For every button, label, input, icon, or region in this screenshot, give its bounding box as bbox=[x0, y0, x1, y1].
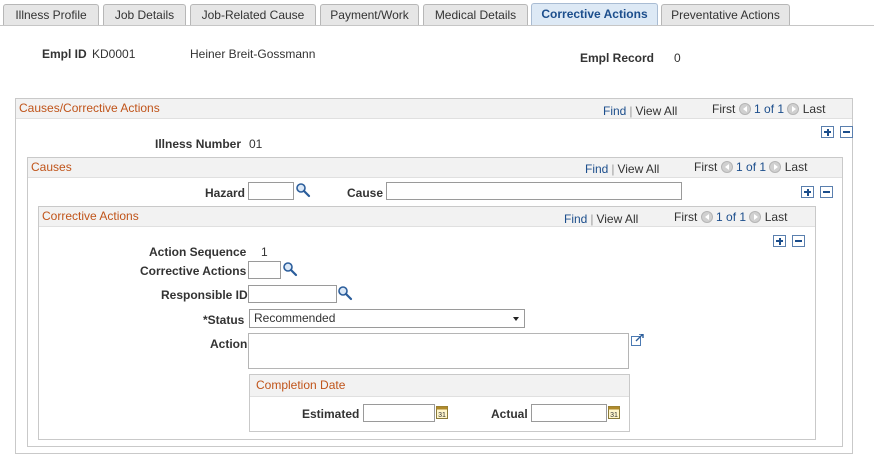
pager-count: 1 of 1 bbox=[716, 210, 747, 224]
delete-cause-minus-icon[interactable] bbox=[820, 186, 833, 198]
tab-medical-details[interactable]: Medical Details bbox=[423, 4, 528, 25]
action-sequence-label: Action Sequence bbox=[149, 245, 247, 259]
corrective-actions-lookup-magnifier-icon[interactable] bbox=[282, 261, 298, 277]
empl-id-label: Empl ID bbox=[42, 47, 87, 61]
last-label: Last bbox=[764, 210, 788, 224]
tab-preventative-actions[interactable]: Preventative Actions bbox=[661, 4, 790, 25]
svg-text:31: 31 bbox=[610, 412, 618, 419]
causes-group: Causes Find | View All First 1 of 1 Last H… bbox=[27, 157, 843, 447]
tab-underline bbox=[0, 25, 874, 26]
previous-arrow-icon[interactable] bbox=[720, 161, 733, 173]
next-arrow-icon[interactable] bbox=[769, 161, 782, 173]
causes-nav: Find | View All bbox=[585, 162, 660, 176]
add-row-plus-icon[interactable] bbox=[821, 126, 834, 138]
view-all-link[interactable]: View All bbox=[596, 212, 638, 226]
action-label: Action bbox=[210, 337, 248, 351]
corrective-actions-header: Corrective Actions Find | View All First 1… bbox=[39, 207, 815, 227]
add-cause-plus-icon[interactable] bbox=[801, 186, 814, 198]
last-label: Last bbox=[802, 102, 826, 116]
illness-number-label: Illness Number bbox=[155, 137, 242, 151]
next-arrow-icon[interactable] bbox=[749, 211, 762, 223]
first-label: First bbox=[712, 102, 736, 116]
status-selected-value: Recommended bbox=[254, 311, 336, 325]
tab-job-details[interactable]: Job Details bbox=[103, 4, 186, 25]
first-label: First bbox=[674, 210, 698, 224]
view-all-link[interactable]: View All bbox=[635, 104, 677, 118]
last-label: Last bbox=[784, 160, 808, 174]
previous-arrow-icon[interactable] bbox=[700, 211, 713, 223]
completion-date-header: Completion Date bbox=[250, 375, 629, 397]
corrective-pager: First 1 of 1 Last bbox=[674, 210, 787, 224]
tab-payment-work[interactable]: Payment/Work bbox=[320, 4, 419, 25]
find-link[interactable]: Find bbox=[603, 104, 626, 118]
previous-arrow-icon[interactable] bbox=[738, 103, 751, 115]
status-select[interactable]: Recommended bbox=[249, 309, 525, 328]
group-title: Causes/Corrective Actions bbox=[19, 101, 160, 115]
cause-input[interactable] bbox=[386, 182, 682, 200]
empl-record-value: 0 bbox=[674, 51, 681, 65]
causes-header: Causes Find | View All First 1 of 1 Last bbox=[28, 158, 842, 178]
hazard-lookup-magnifier-icon[interactable] bbox=[295, 182, 311, 198]
employee-name: Heiner Breit-Gossmann bbox=[190, 47, 316, 61]
tab-bar: Illness Profile Job Details Job-Related … bbox=[0, 0, 874, 26]
group-header: Causes/Corrective Actions Find | View All … bbox=[16, 99, 852, 119]
next-arrow-icon[interactable] bbox=[787, 103, 800, 115]
responsible-id-input[interactable] bbox=[248, 285, 337, 303]
actual-calendar-icon[interactable]: 31 bbox=[608, 405, 620, 419]
outer-pager: First 1 of 1 Last bbox=[712, 102, 825, 116]
cause-label: Cause bbox=[347, 186, 384, 200]
hazard-label: Hazard bbox=[205, 186, 246, 200]
expand-textarea-icon[interactable] bbox=[631, 334, 644, 346]
actual-date-input[interactable] bbox=[531, 404, 607, 422]
view-all-link[interactable]: View All bbox=[617, 162, 659, 176]
causes-title: Causes bbox=[31, 160, 72, 174]
outer-nav: Find | View All bbox=[603, 104, 678, 118]
find-link[interactable]: Find bbox=[564, 212, 587, 226]
action-textarea[interactable] bbox=[248, 333, 629, 369]
empl-record-label: Empl Record bbox=[580, 51, 655, 65]
hazard-input[interactable] bbox=[248, 182, 294, 200]
estimated-label: Estimated bbox=[302, 407, 360, 421]
chevron-down-icon bbox=[513, 317, 519, 321]
actual-label: Actual bbox=[491, 407, 528, 421]
action-sequence-value: 1 bbox=[261, 245, 268, 259]
first-label: First bbox=[694, 160, 718, 174]
tab-job-related-cause[interactable]: Job-Related Cause bbox=[190, 4, 316, 25]
add-action-plus-icon[interactable] bbox=[773, 235, 786, 247]
empl-id-value: KD0001 bbox=[92, 47, 136, 61]
causes-corrective-actions-group: Causes/Corrective Actions Find | View All … bbox=[15, 98, 853, 454]
corrective-actions-title: Corrective Actions bbox=[42, 209, 139, 223]
responsible-id-label: Responsible ID bbox=[161, 288, 248, 302]
svg-text:31: 31 bbox=[438, 412, 446, 419]
responsible-id-lookup-magnifier-icon[interactable] bbox=[337, 285, 353, 301]
tab-corrective-actions[interactable]: Corrective Actions bbox=[531, 3, 658, 26]
corrective-nav: Find | View All bbox=[564, 212, 639, 226]
tab-illness-profile[interactable]: Illness Profile bbox=[3, 4, 99, 25]
corrective-actions-input[interactable] bbox=[248, 261, 281, 279]
causes-pager: First 1 of 1 Last bbox=[694, 160, 807, 174]
completion-date-group: Completion Date Estimated 31 Actual 31 bbox=[249, 374, 630, 432]
status-label: *Status bbox=[203, 313, 245, 327]
corrective-actions-label: Corrective Actions bbox=[140, 264, 247, 278]
find-link[interactable]: Find bbox=[585, 162, 608, 176]
estimated-calendar-icon[interactable]: 31 bbox=[436, 405, 448, 419]
corrective-actions-group: Corrective Actions Find | View All First 1… bbox=[38, 206, 816, 440]
pager-count: 1 of 1 bbox=[736, 160, 767, 174]
estimated-date-input[interactable] bbox=[363, 404, 435, 422]
delete-row-minus-icon[interactable] bbox=[840, 126, 853, 138]
completion-date-title: Completion Date bbox=[256, 378, 346, 392]
delete-action-minus-icon[interactable] bbox=[792, 235, 805, 247]
pager-count: 1 of 1 bbox=[754, 102, 785, 116]
illness-number-value: 01 bbox=[249, 137, 263, 151]
